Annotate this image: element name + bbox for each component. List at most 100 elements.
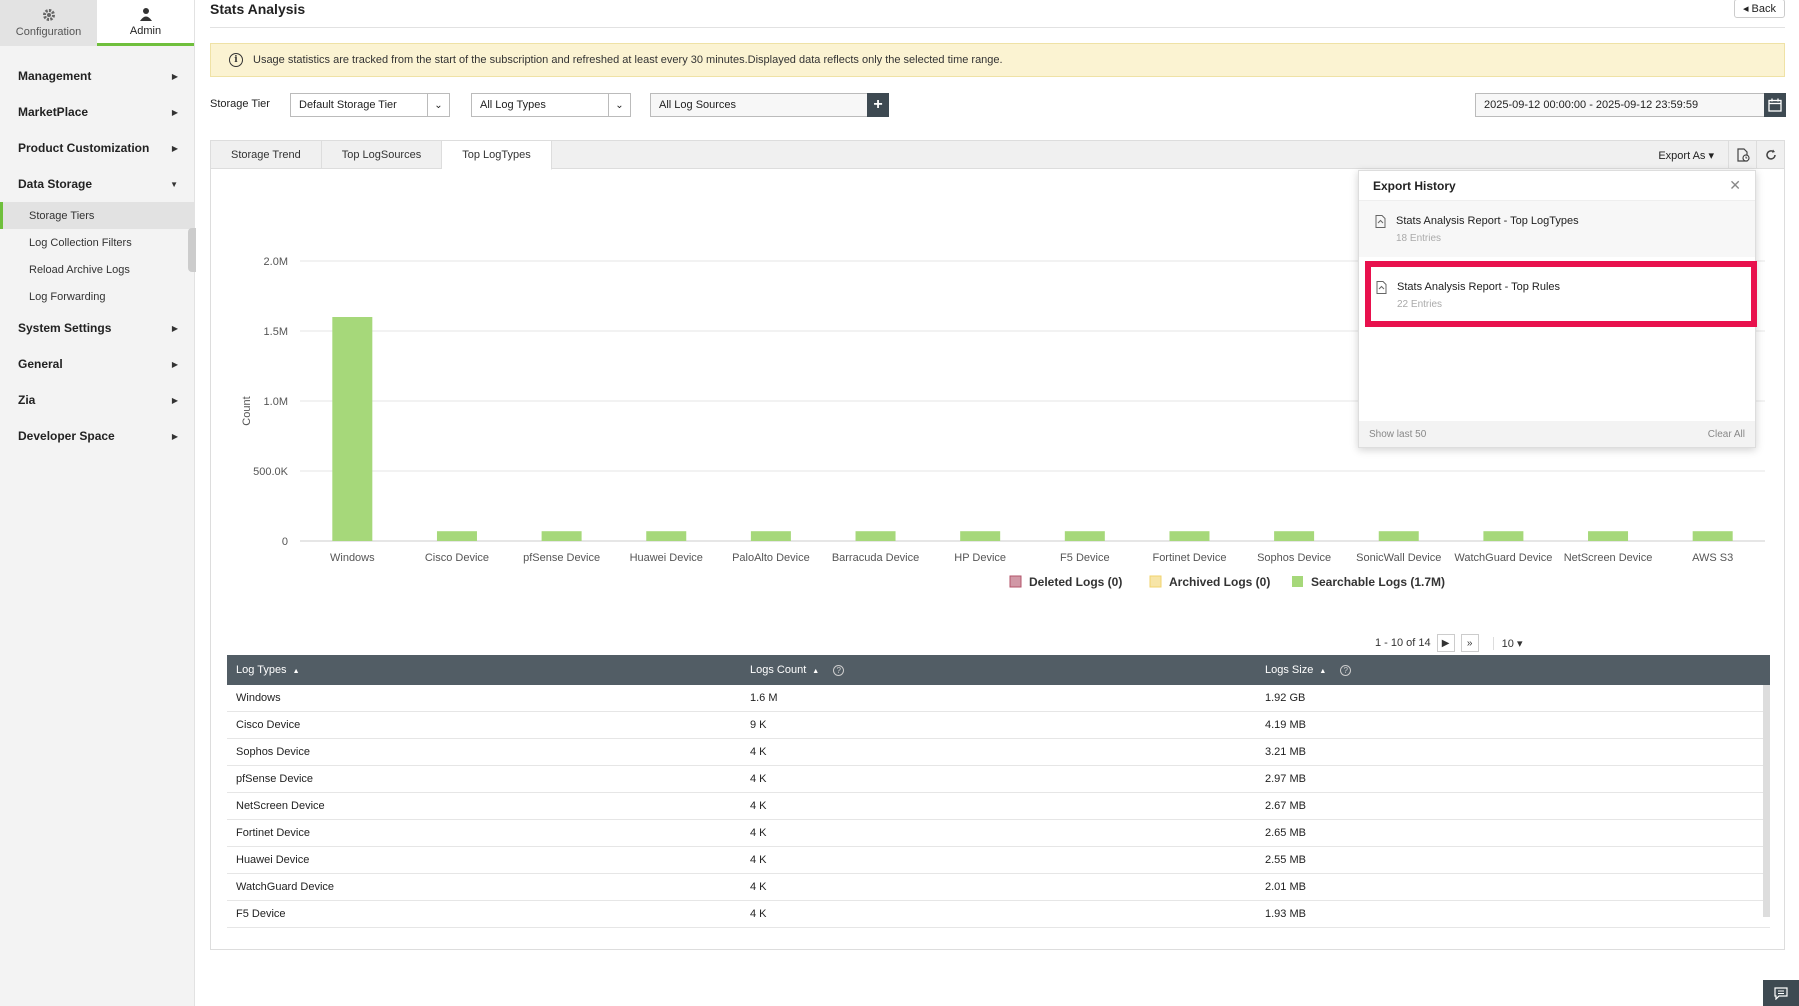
legend-label: Searchable Logs (1.7M)	[1311, 575, 1445, 589]
cell-logs-size: 3.21 MB	[1265, 746, 1306, 758]
x-tick-label: PaloAlto Device	[732, 552, 810, 564]
export-history-button[interactable]	[1728, 141, 1756, 169]
last-page-button[interactable]: »	[1460, 634, 1479, 652]
chevron-down-icon: ⌄	[427, 94, 449, 116]
export-history-header: Export History ✕	[1359, 171, 1755, 201]
x-tick-label: NetScreen Device	[1564, 552, 1653, 564]
cell-logs-size: 2.01 MB	[1265, 881, 1306, 893]
sidebar-item-general[interactable]: General ▶	[0, 346, 194, 382]
document-icon	[1376, 281, 1387, 294]
col-log-types[interactable]: Log Types ▲	[227, 664, 741, 676]
tab-storage-trend[interactable]: Storage Trend	[211, 141, 322, 168]
sidebar-item-management[interactable]: Management ▶	[0, 58, 194, 94]
tab-top-logsources[interactable]: Top LogSources	[322, 141, 443, 168]
table-row[interactable]: pfSense Device 4 K 2.97 MB	[227, 766, 1770, 793]
table-row[interactable]: Sophos Device 4 K 3.21 MB	[227, 739, 1770, 766]
cell-log-type: NetScreen Device	[236, 800, 325, 812]
per-page-select[interactable]: 10 ▾	[1492, 636, 1523, 650]
filter-bar: Storage Tier Default Storage Tier ⌄ All …	[210, 93, 1786, 117]
export-history-entry[interactable]: Stats Analysis Report - Top LogTypes 18 …	[1359, 201, 1755, 257]
x-tick-label: Barracuda Device	[832, 552, 919, 564]
storage-tier-label: Storage Tier	[210, 98, 270, 110]
table-row[interactable]: NetScreen Device 4 K 2.67 MB	[227, 793, 1770, 820]
chat-button[interactable]	[1763, 980, 1799, 1006]
next-page-button[interactable]: ▶	[1436, 634, 1455, 652]
x-tick-label: Windows	[330, 552, 375, 564]
legend-swatch	[1292, 576, 1303, 587]
sidebar-subitem-reload-archive-logs[interactable]: Reload Archive Logs	[0, 256, 194, 283]
entry-subtitle: 18 Entries	[1396, 233, 1442, 244]
show-last-link[interactable]: Show last 50	[1369, 429, 1426, 440]
table-row[interactable]: Cisco Device 9 K 4.19 MB	[227, 712, 1770, 739]
header-label: Log Types	[236, 664, 287, 676]
table-row[interactable]: WatchGuard Device 4 K 2.01 MB	[227, 874, 1770, 901]
cell-logs-size: 4.19 MB	[1265, 719, 1306, 731]
table-row[interactable]: Huawei Device 4 K 2.55 MB	[227, 847, 1770, 874]
x-tick-label: WatchGuard Device	[1454, 552, 1552, 564]
x-tick-label: Sophos Device	[1257, 552, 1331, 564]
cell-log-type: Windows	[236, 692, 281, 704]
sidebar-item-label: MarketPlace	[18, 105, 89, 119]
x-tick-label: pfSense Device	[523, 552, 600, 564]
bar	[646, 531, 687, 541]
sidebar-item-marketplace[interactable]: MarketPlace ▶	[0, 94, 194, 130]
calendar-button[interactable]	[1764, 93, 1786, 117]
refresh-button[interactable]	[1756, 141, 1784, 169]
log-types-select[interactable]: All Log Types ⌄	[471, 93, 631, 117]
log-sources-field[interactable]: All Log Sources	[650, 93, 868, 117]
sidebar-item-product-customization[interactable]: Product Customization ▶	[0, 130, 194, 166]
cell-logs-count: 4 K	[750, 908, 767, 920]
table-row[interactable]: Fortinet Device 4 K 2.65 MB	[227, 820, 1770, 847]
help-icon[interactable]: ?	[833, 665, 845, 676]
sidebar-collapse-handle[interactable]	[188, 228, 196, 272]
legend-swatch	[1149, 575, 1162, 588]
export-as-dropdown[interactable]: Export As ▾	[1658, 149, 1714, 162]
sidebar-item-data-storage[interactable]: Data Storage ▼	[0, 166, 194, 202]
page-title: Stats Analysis	[210, 0, 306, 17]
table-scrollbar[interactable]	[1763, 685, 1770, 917]
x-tick-label: SonicWall Device	[1356, 552, 1441, 564]
cell-log-type: Fortinet Device	[236, 827, 310, 839]
close-icon[interactable]: ✕	[1729, 177, 1741, 194]
configuration-tab[interactable]: Configuration	[0, 0, 97, 46]
cell-logs-size: 1.92 GB	[1265, 692, 1306, 704]
sidebar-item-zia[interactable]: Zia ▶	[0, 382, 194, 418]
col-logs-size[interactable]: Logs Size ▲?	[1256, 664, 1770, 676]
export-history-entry-highlighted[interactable]: Stats Analysis Report - Top Rules 22 Ent…	[1365, 261, 1757, 327]
sidebar-subitem-log-forwarding[interactable]: Log Forwarding	[0, 283, 194, 310]
table-row[interactable]: Windows 1.6 M 1.92 GB	[227, 685, 1770, 712]
chat-icon	[1774, 986, 1788, 1000]
table-row[interactable]: F5 Device 4 K 1.93 MB	[227, 901, 1770, 928]
clear-all-link[interactable]: Clear All	[1708, 429, 1745, 440]
storage-tier-select[interactable]: Default Storage Tier ⌄	[290, 93, 450, 117]
bar	[1274, 531, 1315, 541]
col-logs-count[interactable]: Logs Count ▲?	[741, 664, 1256, 676]
cell-log-type: WatchGuard Device	[236, 881, 335, 893]
add-log-source-button[interactable]: +	[867, 93, 889, 117]
caret-right-icon: ▶	[171, 431, 178, 441]
bar	[1692, 531, 1733, 541]
sidebar-menu: Management ▶ MarketPlace ▶ Product Customi…	[0, 46, 194, 454]
x-tick-label: F5 Device	[1060, 552, 1110, 564]
export-as-label: Export As	[1658, 149, 1706, 162]
sidebar-item-system-settings[interactable]: System Settings ▶	[0, 310, 194, 346]
info-notice: i Usage statistics are tracked from the …	[210, 43, 1785, 77]
sidebar-item-label: Data Storage	[18, 177, 93, 191]
y-tick-label: 500.0K	[253, 466, 289, 478]
sidebar-item-developer-space[interactable]: Developer Space ▶	[0, 418, 194, 454]
help-icon[interactable]: ?	[1340, 665, 1352, 676]
sidebar-item-label: Developer Space	[18, 429, 115, 443]
sort-asc-icon: ▲	[1319, 668, 1327, 675]
sidebar-subitem-storage-tiers[interactable]: Storage Tiers	[0, 202, 194, 229]
back-button[interactable]: ◂ Back	[1733, 0, 1785, 18]
cell-logs-count: 4 K	[750, 800, 767, 812]
export-history-popover: Export History ✕ Stats Analysis Report -…	[1358, 170, 1757, 448]
sidebar-subitem-log-collection-filters[interactable]: Log Collection Filters	[0, 229, 194, 256]
cell-log-type: Cisco Device	[236, 719, 301, 731]
tab-top-logtypes[interactable]: Top LogTypes	[442, 141, 552, 170]
cell-logs-count: 1.6 M	[750, 692, 778, 704]
calendar-icon	[1768, 98, 1782, 112]
date-range-field[interactable]: 2025-09-12 00:00:00 - 2025-09-12 23:59:5…	[1475, 93, 1765, 117]
top-nav: Configuration Admin	[0, 0, 194, 46]
admin-tab[interactable]: Admin	[97, 0, 194, 46]
